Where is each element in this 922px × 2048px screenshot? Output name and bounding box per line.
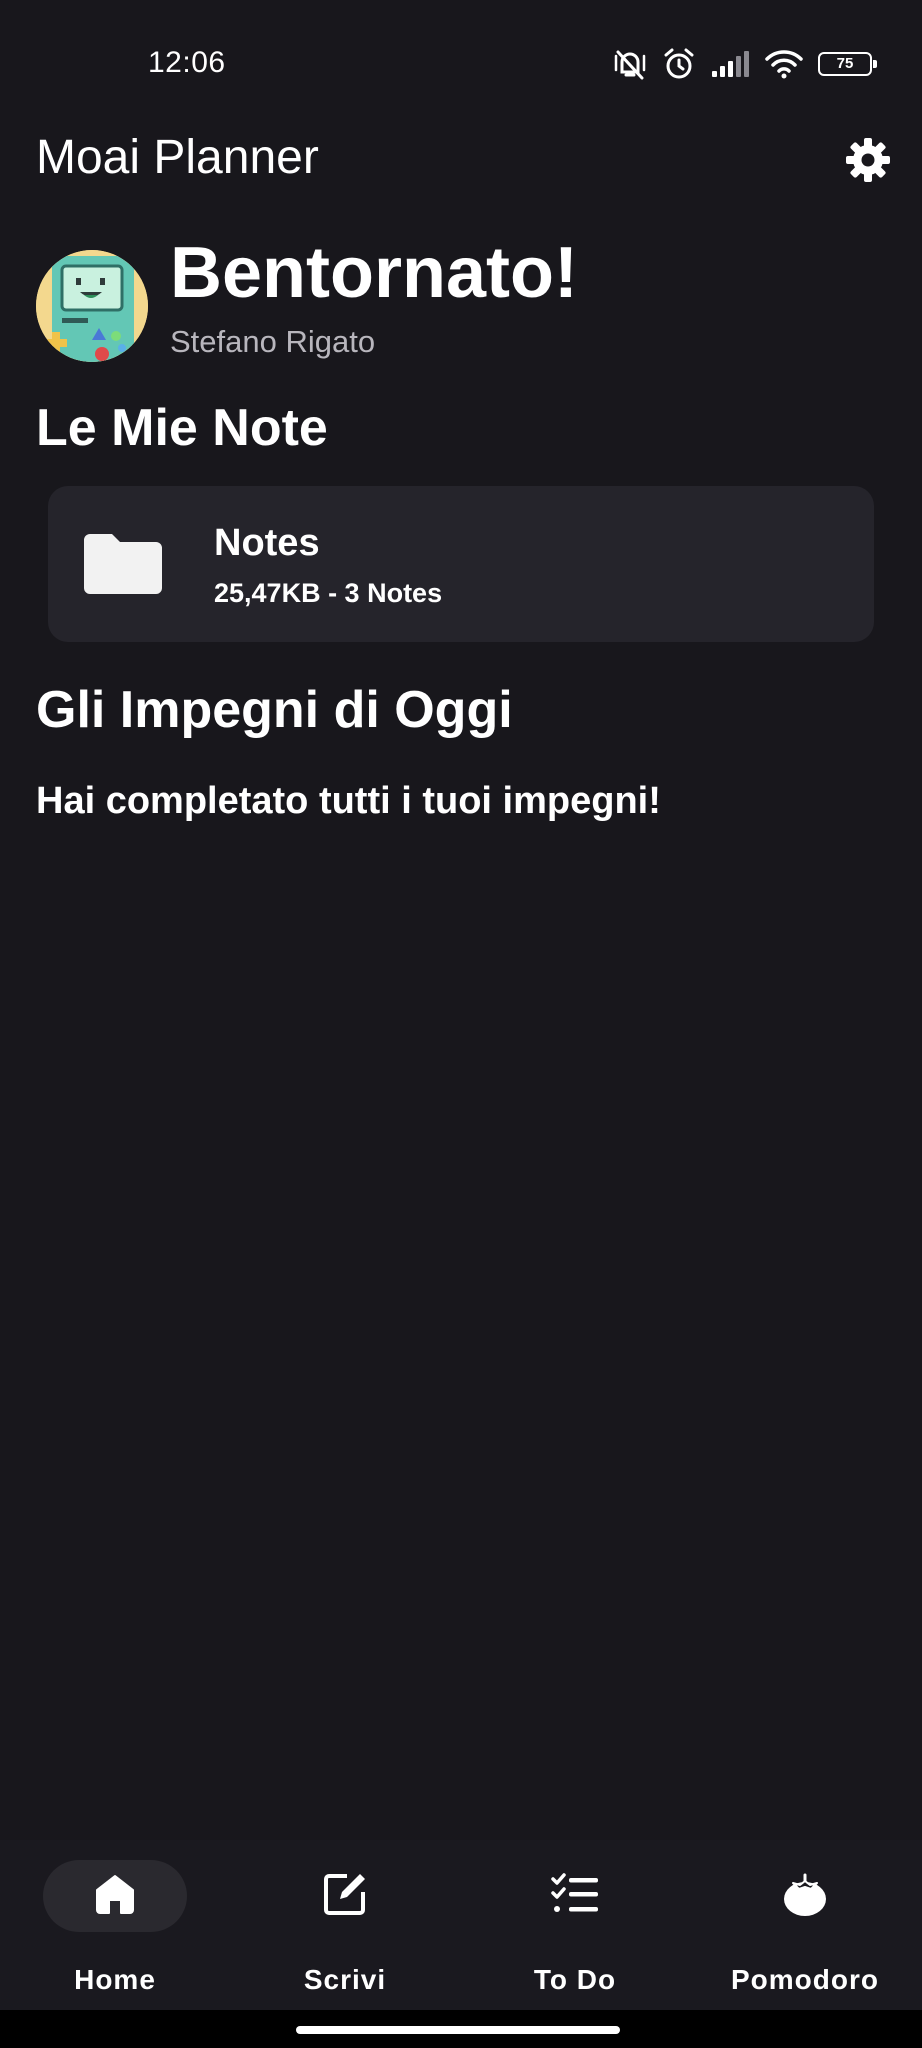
settings-button[interactable] bbox=[840, 134, 896, 190]
tasks-section-title: Gli Impegni di Oggi bbox=[36, 681, 513, 739]
folder-icon bbox=[84, 532, 162, 599]
battery-level: 75 bbox=[836, 55, 854, 72]
bmo-avatar-image bbox=[36, 250, 148, 362]
home-indicator[interactable] bbox=[296, 2026, 620, 2034]
app-title: Moai Planner bbox=[36, 131, 319, 184]
status-bar: 12:06 75 bbox=[0, 0, 922, 128]
gesture-bar bbox=[0, 2010, 922, 2048]
tomato-icon bbox=[781, 1870, 829, 1923]
signal-icon bbox=[710, 49, 750, 79]
home-icon bbox=[93, 1872, 137, 1921]
tasks-empty-message: Hai completato tutti i tuoi impegni! bbox=[36, 780, 661, 822]
nav-label-pomodoro: Pomodoro bbox=[731, 1964, 879, 1995]
nav-item-home[interactable]: Home bbox=[0, 1840, 230, 2010]
nav-item-pomodoro[interactable]: Pomodoro bbox=[690, 1840, 920, 2010]
nav-label-scrivi: Scrivi bbox=[303, 1964, 387, 1995]
nav-item-scrivi[interactable]: Scrivi bbox=[230, 1840, 460, 2010]
checklist-icon bbox=[550, 1872, 600, 1921]
status-time: 12:06 bbox=[148, 46, 226, 79]
alarm-icon bbox=[662, 47, 696, 81]
folder-card-notes[interactable]: Notes 25,47KB - 3 Notes bbox=[48, 486, 874, 642]
notes-section-title: Le Mie Note bbox=[36, 399, 328, 457]
gear-icon bbox=[844, 136, 892, 189]
edit-icon bbox=[321, 1870, 369, 1923]
nav-label-home: Home bbox=[74, 1964, 156, 1995]
avatar bbox=[36, 250, 148, 362]
folder-meta: 25,47KB - 3 Notes bbox=[214, 578, 443, 608]
nav-active-indicator bbox=[43, 1860, 187, 1932]
battery-icon: 75 bbox=[818, 52, 877, 76]
status-icons: 75 bbox=[612, 44, 877, 84]
user-name: Stefano Rigato bbox=[170, 324, 376, 359]
bottom-nav: Home Scrivi To Do Pomodoro bbox=[0, 1840, 922, 2010]
vibrate-mute-icon bbox=[612, 46, 648, 82]
wifi-icon bbox=[764, 48, 804, 80]
nav-item-todo[interactable]: To Do bbox=[460, 1840, 690, 2010]
folder-name: Notes bbox=[214, 522, 320, 564]
welcome-title: Bentornato! bbox=[170, 233, 578, 313]
nav-label-todo: To Do bbox=[533, 1964, 617, 1995]
